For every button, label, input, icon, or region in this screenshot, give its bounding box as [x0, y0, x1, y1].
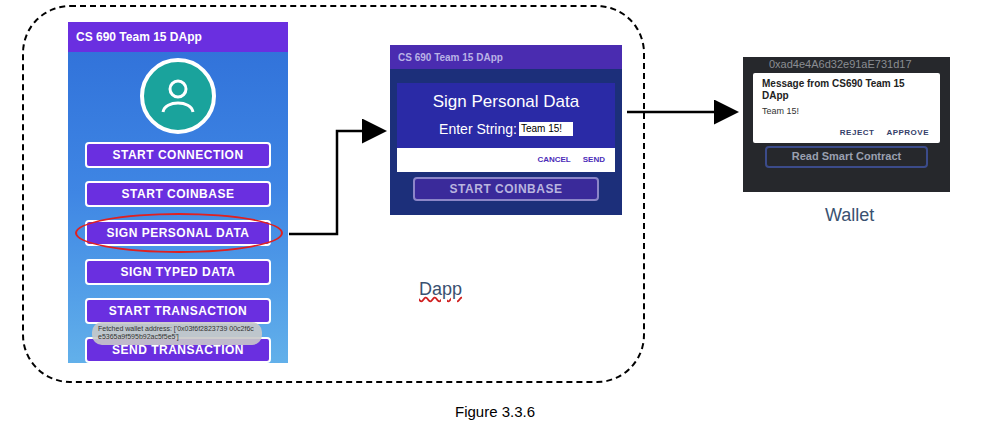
background-button: START COINBASE: [413, 177, 599, 201]
app-bar: CS 690 Team 15 DApp: [390, 45, 622, 69]
sign-dialog-screen: CS 690 Team 15 DApp Sign Personal Data Ent…: [390, 45, 622, 215]
wallet-address: 0xad4e4A6d32e91aE731d17: [743, 57, 950, 71]
dialog-button[interactable]: CANCEL: [537, 154, 570, 166]
background-button: Read Smart Contract: [765, 146, 928, 168]
dialog-button[interactable]: APPROVE: [886, 127, 929, 139]
avatar-row: [68, 52, 288, 142]
dapp-action-button[interactable]: SIGN TYPED DATA: [85, 259, 271, 285]
field-row: Enter String:Team 15!: [439, 119, 573, 140]
sign-dialog: Sign Personal Data Enter String:Team 15! C…: [397, 83, 615, 172]
dapp-label: Dapp: [419, 276, 462, 303]
dapp-phone-screen: CS 690 Team 15 DApp START CONNECTION START…: [68, 22, 288, 363]
button-wrap: SIGN PERSONAL DATA: [85, 220, 271, 246]
dapp-action-button[interactable]: START TRANSACTION: [85, 298, 271, 324]
dialog-button[interactable]: REJECT: [840, 127, 875, 139]
dialog-button[interactable]: SEND: [583, 154, 605, 166]
field-label: Enter String:: [439, 119, 517, 140]
dapp-action-button[interactable]: START COINBASE: [85, 181, 271, 207]
dialog-title: Sign Personal Data: [433, 89, 579, 115]
dialog-message: Team 15!: [762, 105, 931, 119]
figure-caption: Figure 3.3.6: [455, 401, 535, 424]
approval-dialog: Message from CS690 Team 15 DApp Team 15! R…: [753, 73, 940, 143]
button-wrap: SIGN TYPED DATA: [85, 259, 271, 285]
app-bar: CS 690 Team 15 DApp: [68, 22, 288, 52]
string-input[interactable]: Team 15!: [519, 122, 573, 137]
dialog-actions: REJECT APPROVE: [762, 127, 931, 139]
dialog-actions: CANCEL SEND: [397, 148, 615, 172]
dapp-action-button[interactable]: START CONNECTION: [85, 142, 271, 168]
wallet-screen: 0xad4e4A6d32e91aE731d17 Message from CS69…: [743, 57, 950, 192]
dialog-body: Sign Personal Data Enter String:Team 15!: [397, 83, 615, 148]
toast-message: Fetched wallet address: ['0x03f6f2823739…: [92, 322, 262, 345]
app-title: CS 690 Team 15 DApp: [398, 50, 503, 65]
app-title: CS 690 Team 15 DApp: [76, 28, 202, 46]
button-wrap: START COINBASE: [85, 181, 271, 207]
wallet-label: Wallet: [825, 202, 874, 229]
dialog-title: Message from CS690 Team 15 DApp: [762, 78, 931, 102]
dapp-action-button[interactable]: SIGN PERSONAL DATA: [85, 220, 271, 246]
button-wrap: START CONNECTION: [85, 142, 271, 168]
selection-highlight: [75, 213, 283, 253]
dialog-area: Sign Personal Data Enter String:Team 15! C…: [390, 69, 622, 172]
button-wrap: START TRANSACTION: [85, 298, 271, 324]
user-avatar-icon: [140, 58, 216, 134]
